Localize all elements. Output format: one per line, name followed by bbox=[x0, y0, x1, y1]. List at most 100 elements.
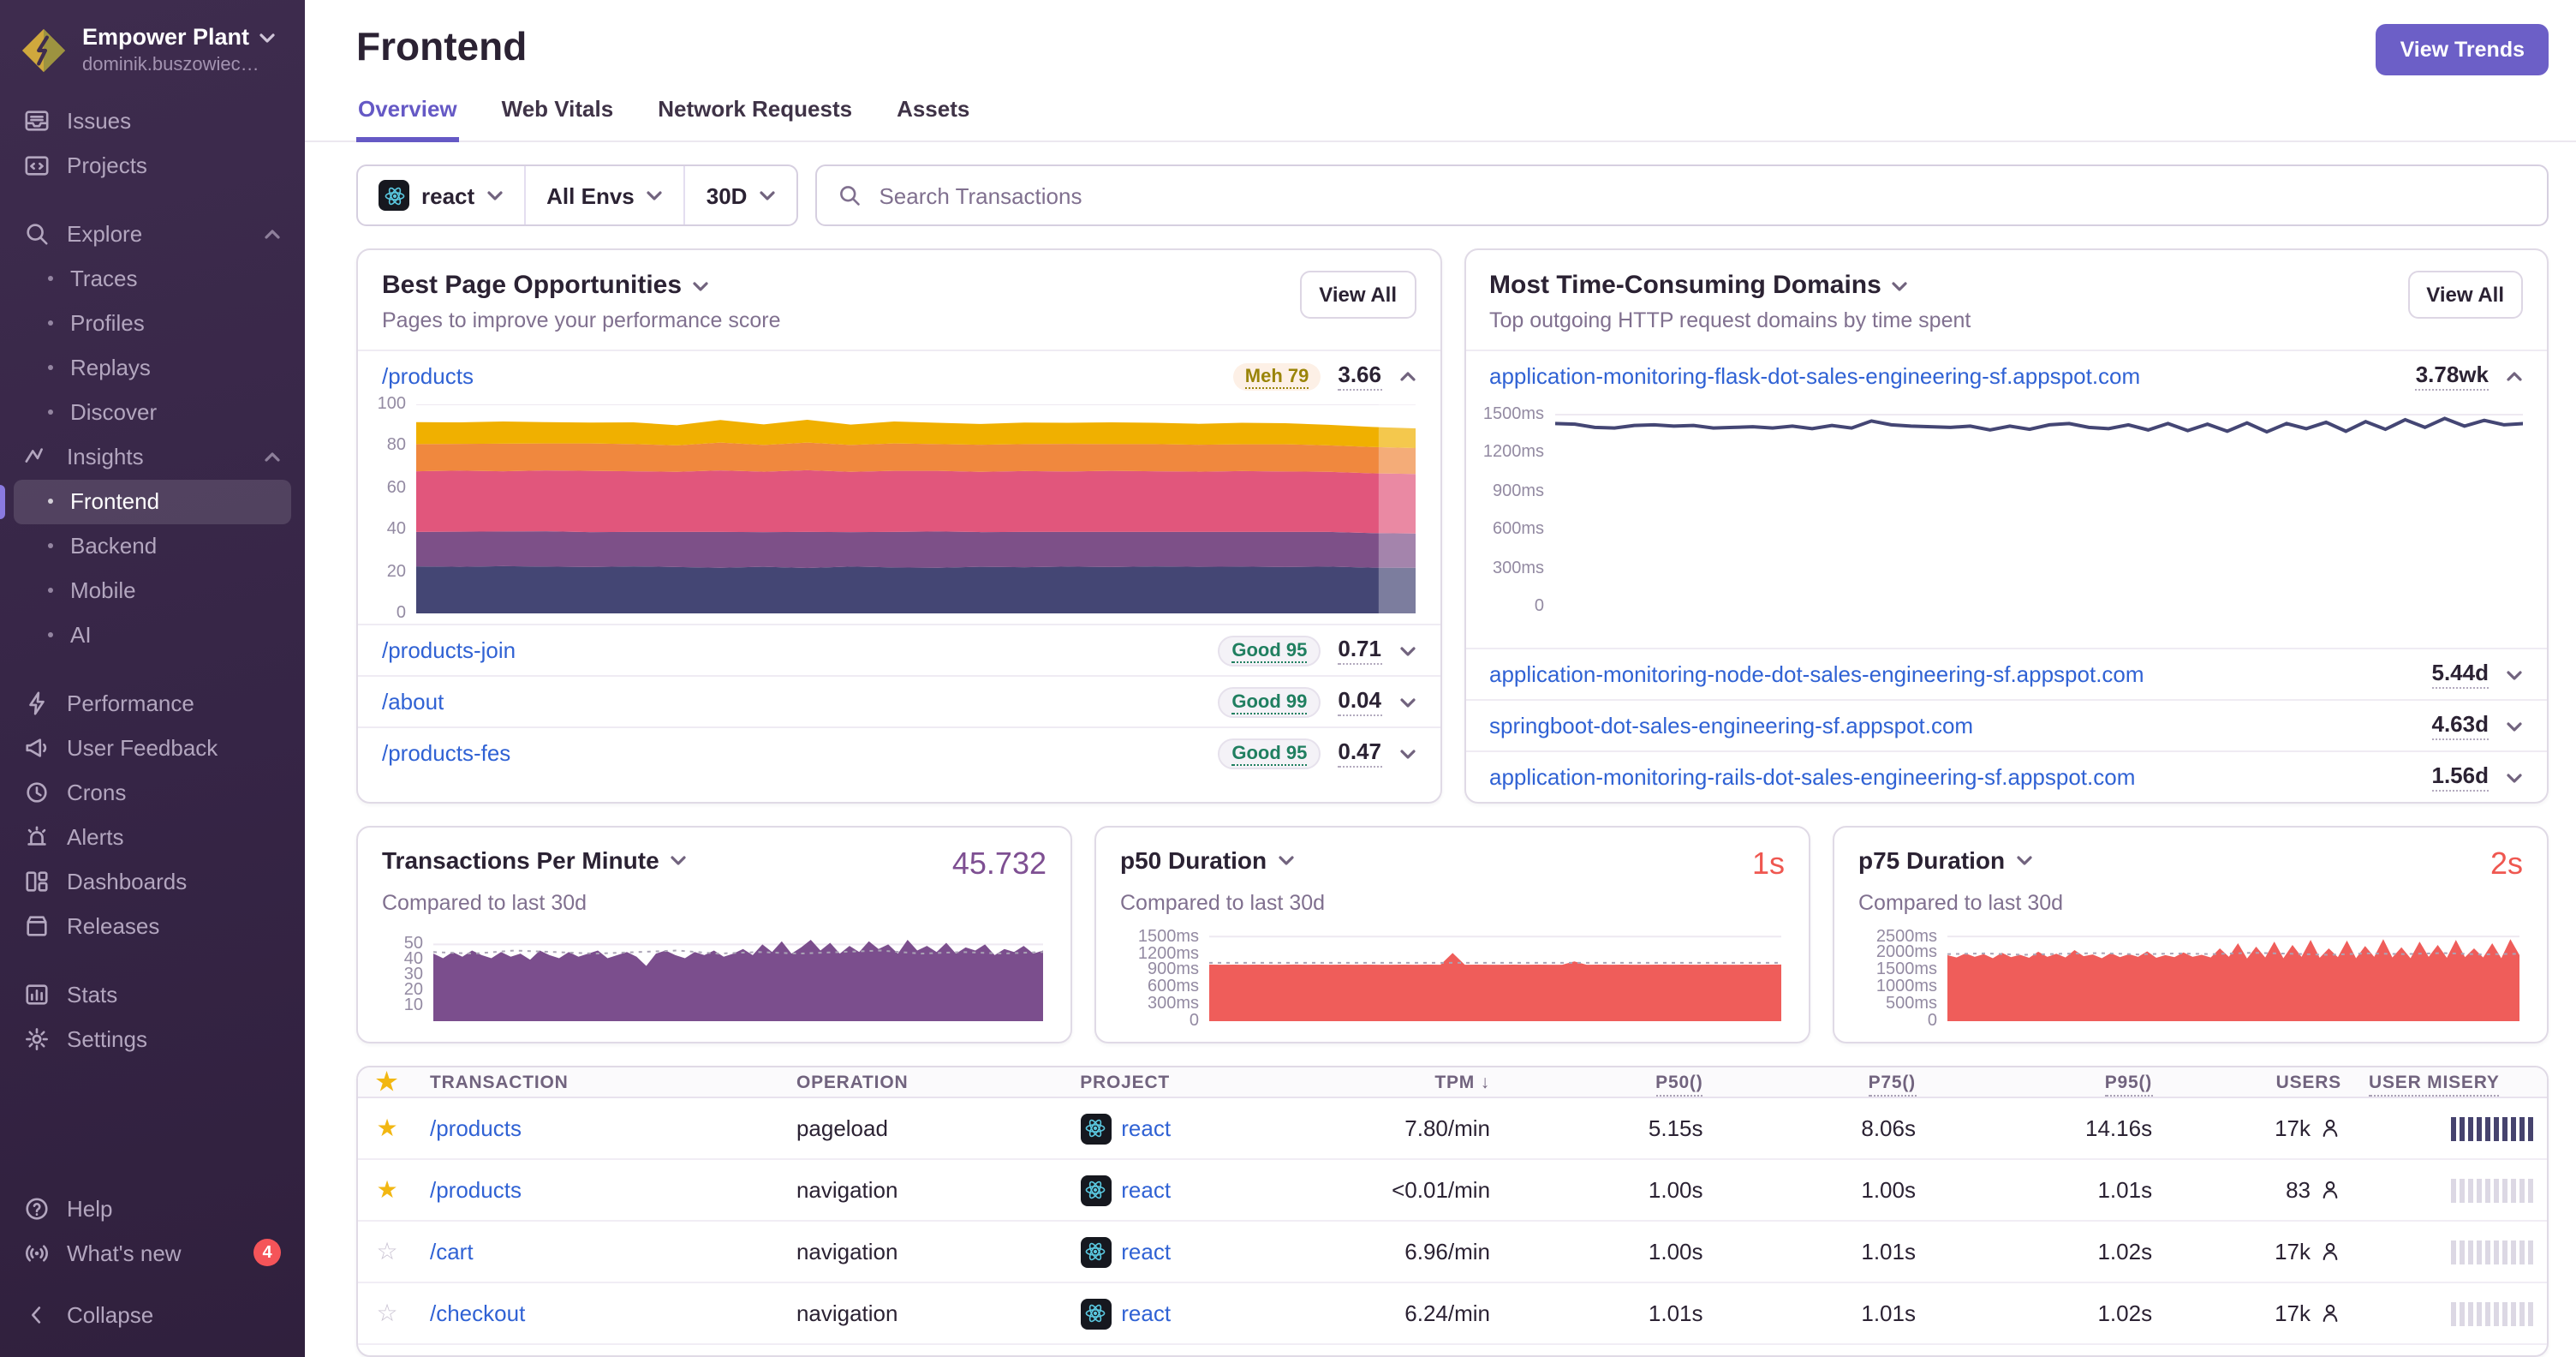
domains-title[interactable]: Most Time-Consuming Domains bbox=[1489, 271, 1971, 300]
transaction-link[interactable]: /products bbox=[430, 1115, 522, 1141]
sidebar-item-ai[interactable]: AI bbox=[14, 613, 291, 658]
search-input[interactable] bbox=[875, 181, 2526, 210]
col-project[interactable]: PROJECT bbox=[1066, 1072, 1303, 1092]
sidebar-item-releases[interactable]: Releases bbox=[0, 905, 305, 949]
favorite-star[interactable]: ☆ bbox=[358, 1299, 416, 1328]
page-link[interactable]: /about bbox=[382, 689, 444, 714]
favorite-star[interactable]: ☆ bbox=[358, 1237, 416, 1266]
tpm-title[interactable]: Transactions Per Minute bbox=[382, 846, 687, 874]
col-operation[interactable]: OPERATION bbox=[783, 1072, 1066, 1092]
environment-filter[interactable]: All Envs bbox=[526, 166, 686, 224]
chevron-down-icon[interactable] bbox=[1398, 642, 1416, 659]
favorite-star[interactable]: ★ bbox=[358, 1175, 416, 1205]
domain-row-expanded[interactable]: application-monitoring-flask-dot-sales-e… bbox=[1465, 350, 2547, 401]
chevron-down-icon[interactable] bbox=[2506, 666, 2523, 683]
org-switcher[interactable]: Empower Plant dominik.buszowiec… bbox=[0, 17, 305, 99]
page-link[interactable]: /products-fes bbox=[382, 740, 510, 766]
sidebar-item-crons[interactable]: Crons bbox=[0, 771, 305, 816]
sidebar-section-insights[interactable]: Insights bbox=[0, 435, 305, 480]
sidebar-item-frontend[interactable]: Frontend bbox=[0, 479, 291, 524]
sidebar-collapse-button[interactable]: Collapse bbox=[0, 1292, 305, 1336]
tab-assets[interactable]: Assets bbox=[895, 82, 971, 142]
domain-link[interactable]: application-monitoring-node-dot-sales-en… bbox=[1489, 661, 2144, 687]
domain-link[interactable]: springboot-dot-sales-engineering-sf.apps… bbox=[1489, 713, 1973, 738]
sidebar-item-projects[interactable]: Projects bbox=[0, 144, 305, 188]
favorite-star-icon[interactable]: ★ bbox=[358, 1067, 416, 1097]
sidebar-item-issues[interactable]: Issues bbox=[0, 99, 305, 144]
area-chart[interactable] bbox=[433, 932, 1043, 1021]
chevron-up-icon[interactable] bbox=[2506, 368, 2523, 385]
domain-row[interactable]: application-monitoring-node-dot-sales-en… bbox=[1465, 648, 2547, 699]
view-trends-button[interactable]: View Trends bbox=[2376, 24, 2549, 75]
sidebar-item-stats[interactable]: Stats bbox=[0, 973, 305, 1018]
chevron-down-icon[interactable] bbox=[2506, 717, 2523, 734]
date-range-filter[interactable]: 30D bbox=[686, 166, 797, 224]
search-transactions[interactable] bbox=[815, 164, 2549, 226]
org-logo-icon bbox=[21, 28, 66, 73]
chevron-down-icon bbox=[487, 191, 503, 200]
sidebar-item-profiles[interactable]: Profiles bbox=[14, 302, 291, 346]
col-users[interactable]: USERS bbox=[2166, 1072, 2355, 1092]
sidebar-item-settings[interactable]: Settings bbox=[0, 1018, 305, 1062]
tab-web-vitals[interactable]: Web Vitals bbox=[500, 82, 616, 142]
opportunity-row[interactable]: /about Good 99 0.04 bbox=[358, 675, 1440, 726]
domains-view-all-button[interactable]: View All bbox=[2407, 271, 2523, 319]
table-row[interactable]: ☆ /checkout navigation react 6.24/min 1.… bbox=[358, 1283, 2547, 1345]
sidebar-item-discover[interactable]: Discover bbox=[14, 391, 291, 435]
project-link[interactable]: react bbox=[1121, 1115, 1171, 1141]
opportunities-view-all-button[interactable]: View All bbox=[1300, 271, 1416, 319]
issues-icon bbox=[25, 111, 49, 132]
sidebar-item-mobile[interactable]: Mobile bbox=[14, 569, 291, 613]
transaction-link[interactable]: /checkout bbox=[430, 1300, 525, 1326]
table-row[interactable]: ☆ /cart navigation react 6.96/min 1.00s bbox=[358, 1222, 2547, 1283]
table-row[interactable]: ☆ /products-join pageload react 3.88/min… bbox=[358, 1345, 2547, 1355]
opportunity-row[interactable]: /products-join Good 95 0.71 bbox=[358, 624, 1440, 675]
sidebar-item-whats-new[interactable]: What's new 4 bbox=[0, 1230, 305, 1275]
chevron-down-icon[interactable] bbox=[1398, 744, 1416, 762]
page-link[interactable]: /products-join bbox=[382, 637, 516, 663]
transaction-link[interactable]: /products bbox=[430, 1177, 522, 1203]
col-tpm[interactable]: TPM ↓ bbox=[1303, 1072, 1504, 1092]
col-p50[interactable]: P50() bbox=[1504, 1072, 1717, 1096]
chevron-down-icon[interactable] bbox=[1398, 693, 1416, 710]
project-filter[interactable]: react bbox=[358, 166, 527, 224]
table-row[interactable]: ★ /products navigation react <0.01/min 1… bbox=[358, 1160, 2547, 1222]
chevron-up-icon[interactable] bbox=[1398, 368, 1416, 385]
col-p95[interactable]: P95() bbox=[1929, 1072, 2166, 1096]
p75-title[interactable]: p75 Duration bbox=[1858, 846, 2032, 874]
domain-link[interactable]: application-monitoring-rails-dot-sales-e… bbox=[1489, 764, 2135, 790]
domain-row[interactable]: application-monitoring-rails-dot-sales-e… bbox=[1465, 750, 2547, 802]
tab-network-requests[interactable]: Network Requests bbox=[656, 82, 854, 142]
opportunity-row[interactable]: /products-fes Good 95 0.47 bbox=[358, 726, 1440, 778]
sidebar-item-user-feedback[interactable]: User Feedback bbox=[0, 726, 305, 771]
sidebar-item-traces[interactable]: Traces bbox=[14, 257, 291, 302]
opportunity-row-expanded[interactable]: /products Meh 79 3.66 bbox=[358, 350, 1440, 401]
line-chart[interactable] bbox=[1554, 404, 2523, 607]
page-link[interactable]: /products bbox=[382, 363, 474, 389]
stacked-area-chart[interactable] bbox=[416, 404, 1416, 613]
sidebar-item-dashboards[interactable]: Dashboards bbox=[0, 860, 305, 905]
domain-row[interactable]: springboot-dot-sales-engineering-sf.apps… bbox=[1465, 699, 2547, 750]
table-row[interactable]: ★ /products pageload react 7.80/min 5.15… bbox=[358, 1098, 2547, 1160]
project-link[interactable]: react bbox=[1121, 1177, 1171, 1203]
sidebar-item-help[interactable]: Help bbox=[0, 1186, 305, 1230]
col-transaction[interactable]: TRANSACTION bbox=[416, 1072, 783, 1092]
project-link[interactable]: react bbox=[1121, 1300, 1171, 1326]
project-link[interactable]: react bbox=[1121, 1239, 1171, 1264]
sidebar-item-alerts[interactable]: Alerts bbox=[0, 816, 305, 860]
domain-link[interactable]: application-monitoring-flask-dot-sales-e… bbox=[1489, 363, 2140, 389]
area-chart[interactable] bbox=[1209, 932, 1781, 1021]
p50-title[interactable]: p50 Duration bbox=[1120, 846, 1294, 874]
favorite-star[interactable]: ★ bbox=[358, 1114, 416, 1143]
sidebar-section-explore[interactable]: Explore bbox=[0, 212, 305, 257]
sidebar-item-performance[interactable]: Performance bbox=[0, 682, 305, 726]
sidebar-item-backend[interactable]: Backend bbox=[14, 524, 291, 569]
sidebar-item-replays[interactable]: Replays bbox=[14, 346, 291, 391]
opportunities-title[interactable]: Best Page Opportunities bbox=[382, 271, 781, 300]
transaction-link[interactable]: /cart bbox=[430, 1239, 474, 1264]
col-p75[interactable]: P75() bbox=[1717, 1072, 1929, 1096]
chevron-down-icon[interactable] bbox=[2506, 768, 2523, 786]
tab-overview[interactable]: Overview bbox=[356, 82, 459, 142]
col-user-misery[interactable]: USER MISERY bbox=[2355, 1072, 2547, 1096]
area-chart[interactable] bbox=[1947, 932, 2519, 1021]
